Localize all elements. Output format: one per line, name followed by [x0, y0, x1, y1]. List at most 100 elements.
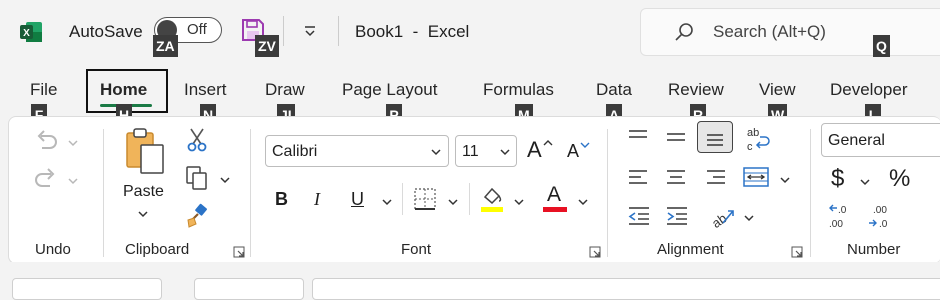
percent-button[interactable]: %: [889, 165, 910, 193]
group-separator: [607, 129, 608, 257]
font-size-select[interactable]: 11: [455, 135, 517, 167]
font-name-value: Calibri: [272, 143, 318, 160]
tab-review[interactable]: Review: [668, 80, 724, 100]
search-box[interactable]: Search (Alt+Q): [640, 8, 940, 56]
paste-icon[interactable]: [123, 127, 167, 177]
tab-home[interactable]: Home: [100, 80, 147, 100]
tab-page-layout[interactable]: Page Layout: [342, 80, 437, 100]
ribbon-panel: Undo Paste Clipboard Calibri 11 A A B I …: [8, 116, 940, 264]
undo-dropdown-icon[interactable]: [67, 136, 79, 148]
borders-icon[interactable]: [413, 187, 437, 211]
bold-button[interactable]: B: [275, 189, 288, 210]
cut-icon[interactable]: [185, 127, 209, 153]
keytip-search: Q: [873, 35, 890, 57]
tab-file[interactable]: File: [30, 80, 57, 100]
font-size-value: 11: [462, 143, 479, 160]
redo-icon[interactable]: [31, 165, 61, 195]
title-bar: X AutoSave Off ZA ZV Book1 - Excel Searc…: [0, 0, 940, 68]
paste-label[interactable]: Paste: [123, 183, 164, 201]
orientation-dropdown-icon[interactable]: [743, 211, 755, 223]
window-title: Book1 - Excel: [355, 22, 470, 41]
align-right-icon[interactable]: [705, 167, 727, 189]
font-color-dropdown-icon[interactable]: [577, 195, 589, 207]
caret-down-icon: [580, 142, 590, 148]
underline-button[interactable]: U: [351, 189, 364, 210]
chevron-down-icon: [500, 149, 510, 156]
fill-color-dropdown-icon[interactable]: [513, 195, 525, 207]
fill-color-icon[interactable]: [479, 185, 505, 213]
borders-dropdown-icon[interactable]: [447, 195, 459, 207]
font-launcher-icon[interactable]: [589, 245, 601, 258]
svg-text:.0: .0: [838, 205, 847, 216]
formula-controls: [194, 278, 304, 300]
increase-decimal-icon[interactable]: .0.00: [827, 203, 855, 231]
orientation-icon[interactable]: ab: [709, 203, 737, 231]
decrease-decimal-icon[interactable]: .00.0: [867, 203, 897, 231]
tab-insert[interactable]: Insert: [184, 80, 227, 100]
shrink-font-button[interactable]: A: [567, 141, 595, 167]
group-label-undo: Undo: [35, 241, 71, 258]
tab-draw[interactable]: Draw: [265, 80, 305, 100]
italic-button[interactable]: I: [314, 189, 320, 210]
number-format-select[interactable]: General: [821, 123, 940, 157]
tab-view[interactable]: View: [759, 80, 796, 100]
chevron-down-icon: [431, 149, 441, 156]
paste-dropdown-icon[interactable]: [137, 207, 149, 219]
underline-dropdown-icon[interactable]: [381, 195, 393, 207]
keytip-autosave: ZA: [153, 35, 178, 57]
tab-formulas[interactable]: Formulas: [483, 80, 554, 100]
alignment-launcher-icon[interactable]: [791, 245, 803, 258]
excel-logo-icon: X: [20, 22, 42, 42]
number-format-value: General: [828, 132, 885, 149]
group-label-alignment: Alignment: [657, 241, 724, 258]
merge-center-icon[interactable]: [743, 165, 769, 189]
formula-input[interactable]: [312, 278, 940, 300]
customize-toolbar-icon[interactable]: [302, 24, 318, 40]
font-separator: [402, 183, 403, 215]
ribbon-tabs: File Home Insert Draw Page Layout Formul…: [0, 68, 940, 126]
copy-dropdown-icon[interactable]: [219, 173, 231, 185]
group-separator: [103, 129, 104, 257]
font-color-label: A: [547, 183, 562, 206]
align-center-icon[interactable]: [665, 167, 687, 189]
grow-font-label: A: [527, 137, 542, 162]
redo-dropdown-icon[interactable]: [67, 174, 79, 186]
grow-font-button[interactable]: A: [527, 137, 557, 165]
font-color-button[interactable]: A: [543, 183, 569, 213]
toolbar-separator: [283, 16, 284, 46]
font-name-select[interactable]: Calibri: [265, 135, 449, 167]
format-painter-icon[interactable]: [185, 203, 211, 229]
name-box[interactable]: [12, 278, 162, 300]
decrease-indent-icon[interactable]: [627, 205, 651, 227]
svg-text:.00: .00: [873, 205, 887, 216]
increase-indent-icon[interactable]: [665, 205, 689, 227]
keytip-save: ZV: [255, 35, 279, 57]
undo-icon[interactable]: [31, 127, 61, 157]
merge-dropdown-icon[interactable]: [779, 173, 791, 185]
font-color-swatch: [543, 207, 567, 212]
svg-text:.0: .0: [879, 219, 888, 230]
wrap-text-icon[interactable]: ab c: [745, 125, 771, 153]
group-separator: [810, 129, 811, 257]
autosave-label: AutoSave: [69, 22, 143, 41]
search-icon: [673, 21, 695, 43]
tab-developer[interactable]: Developer: [830, 80, 908, 100]
tab-data[interactable]: Data: [596, 80, 632, 100]
top-align-icon[interactable]: [627, 127, 649, 147]
svg-text:.00: .00: [829, 219, 843, 230]
middle-align-icon[interactable]: [665, 127, 687, 147]
align-left-icon[interactable]: [627, 167, 649, 189]
toolbar-separator-2: [338, 16, 339, 46]
currency-button[interactable]: $: [831, 165, 844, 193]
copy-icon[interactable]: [185, 165, 209, 191]
currency-dropdown-icon[interactable]: [859, 175, 871, 187]
svg-text:ab: ab: [747, 127, 759, 139]
group-separator: [250, 129, 251, 257]
autosave-state: Off: [187, 21, 207, 38]
bottom-align-icon: [707, 134, 723, 146]
clipboard-launcher-icon[interactable]: [233, 245, 245, 258]
group-label-number: Number: [847, 241, 901, 258]
search-placeholder: Search (Alt+Q): [713, 22, 826, 41]
bottom-align-button[interactable]: [697, 121, 733, 153]
caret-up-icon: [543, 140, 553, 146]
